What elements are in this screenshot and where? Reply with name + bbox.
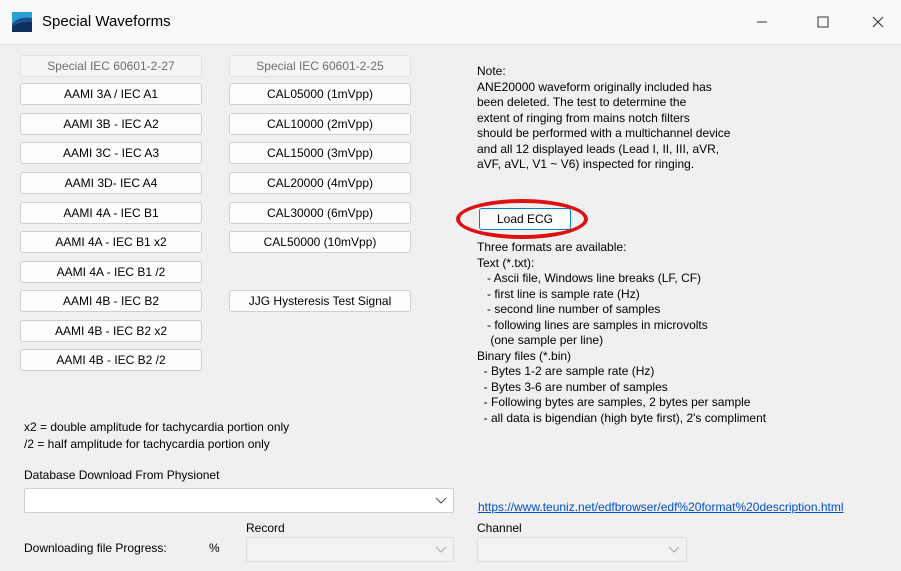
cal05000-button[interactable]: CAL05000 (1mVpp) — [229, 83, 411, 105]
cal15000-button[interactable]: CAL15000 (3mVpp) — [229, 142, 411, 164]
note-line: aVF, aVL, V1 ~ V6) inspected for ringing… — [477, 157, 695, 171]
aami-4a-x2-button[interactable]: AAMI 4A - IEC B1 x2 — [20, 231, 202, 253]
close-icon — [872, 16, 884, 28]
formats-line: Text (*.txt): — [477, 255, 535, 270]
database-select[interactable] — [24, 488, 454, 513]
maximize-button[interactable] — [800, 6, 846, 38]
aami-4a-button[interactable]: AAMI 4A - IEC B1 — [20, 202, 202, 224]
note-line: extent of ringing from mains notch filte… — [477, 110, 690, 125]
formats-line: - Bytes 3-6 are number of samples — [477, 379, 668, 394]
legend-half: /2 = half amplitude for tachycardia port… — [24, 437, 270, 451]
legend-x2: x2 = double amplitude for tachycardia po… — [24, 420, 290, 434]
aami-4b-button[interactable]: AAMI 4B - IEC B2 — [20, 290, 202, 312]
aami-3b-button[interactable]: AAMI 3B - IEC A2 — [20, 113, 202, 135]
formats-line: (one sample per line) — [477, 333, 604, 347]
note-line: should be performed with a multichannel … — [477, 126, 731, 140]
aami-4b-half-button[interactable]: AAMI 4B - IEC B2 /2 — [20, 349, 202, 371]
formats-line: Binary files (*.bin) — [477, 348, 572, 363]
progress-label: Downloading file Progress: — [24, 541, 167, 555]
note-line: and all 12 displayed leads (Lead I, II, … — [477, 141, 720, 156]
note-line: been deleted. The test to determine the — [477, 95, 687, 109]
maximize-icon — [817, 16, 829, 28]
cal30000-button[interactable]: CAL30000 (6mVpp) — [229, 202, 411, 224]
app-logo-icon — [12, 12, 32, 32]
channel-label: Channel — [477, 521, 522, 535]
note-text: Note: ANE20000 waveform originally inclu… — [477, 64, 730, 173]
highlight-circle — [456, 199, 588, 239]
record-label: Record — [246, 521, 285, 535]
channel-select[interactable] — [477, 537, 687, 562]
cal50000-button[interactable]: CAL50000 (10mVpp) — [229, 231, 411, 253]
aami-4b-x2-button[interactable]: AAMI 4B - IEC B2 x2 — [20, 320, 202, 342]
aami-3a-button[interactable]: AAMI 3A / IEC A1 — [20, 83, 202, 105]
progress-unit: % — [209, 541, 220, 555]
formats-line: - all data is bigendian (high byte first… — [477, 410, 767, 425]
aami-3c-button[interactable]: AAMI 3C - IEC A3 — [20, 142, 202, 164]
database-label: Database Download From Physionet — [24, 468, 220, 482]
jjg-hysteresis-button[interactable]: JJG Hysteresis Test Signal — [229, 290, 411, 312]
formats-line: - Following bytes are samples, 2 bytes p… — [477, 395, 751, 409]
formats-line: Three formats are available: — [477, 240, 627, 254]
note-line: Note: — [477, 64, 506, 78]
record-select[interactable] — [246, 537, 454, 562]
special-iec-60601-2-27-button[interactable]: Special IEC 60601-2-27 — [20, 55, 202, 77]
window-title: Special Waveforms — [42, 13, 171, 30]
edf-format-link[interactable]: https://www.teuniz.net/edfbrowser/edf%20… — [478, 500, 844, 514]
formats-line: - following lines are samples in microvo… — [477, 317, 708, 332]
note-line: ANE20000 waveform originally included ha… — [477, 79, 712, 94]
formats-line: - first line is sample rate (Hz) — [477, 286, 640, 301]
minimize-icon — [757, 21, 767, 23]
formats-line: - Ascii file, Windows line breaks (LF, C… — [477, 271, 702, 285]
cal10000-button[interactable]: CAL10000 (2mVpp) — [229, 113, 411, 135]
chevron-down-icon — [668, 546, 680, 553]
close-button[interactable] — [855, 6, 901, 38]
special-iec-60601-2-25-button[interactable]: Special IEC 60601-2-25 — [229, 55, 411, 77]
aami-3d-button[interactable]: AAMI 3D- IEC A4 — [20, 172, 202, 194]
formats-line: - second line number of samples — [477, 302, 661, 316]
chevron-down-icon — [435, 546, 447, 553]
minimize-button[interactable] — [739, 6, 785, 38]
formats-text: Three formats are available: Text (*.txt… — [477, 240, 766, 426]
aami-4a-half-button[interactable]: AAMI 4A - IEC B1 /2 — [20, 261, 202, 283]
formats-line: - Bytes 1-2 are sample rate (Hz) — [477, 364, 655, 378]
chevron-down-icon — [435, 497, 447, 504]
title-bar: Special Waveforms — [0, 0, 901, 44]
cal20000-button[interactable]: CAL20000 (4mVpp) — [229, 172, 411, 194]
